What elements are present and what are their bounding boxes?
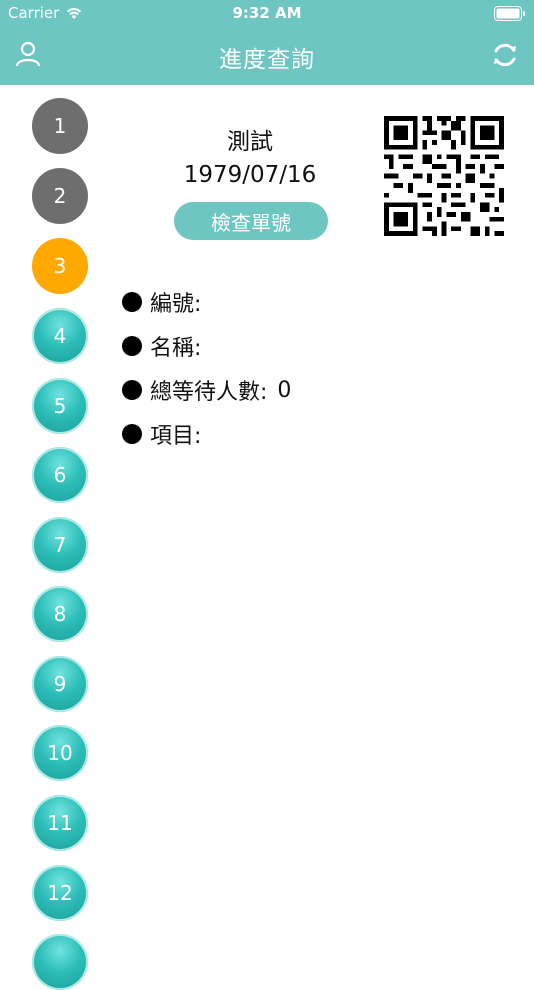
step-item[interactable]: 11 <box>32 795 88 851</box>
status-time: 9:32 AM <box>232 4 302 22</box>
info-name-label: 名稱: <box>150 336 202 361</box>
refresh-icon[interactable] <box>490 40 520 70</box>
info-number-label: 編號: <box>150 292 202 317</box>
step-item[interactable] <box>32 934 88 990</box>
patient-birthday: 1979/07/16 <box>183 162 317 188</box>
status-bar: Carrier 9:32 AM <box>0 0 534 28</box>
step-item[interactable]: 12 <box>32 865 88 921</box>
header: Carrier 9:32 AM 進度查詢 <box>0 0 534 85</box>
patient-name: 測試 <box>227 129 273 155</box>
step-item[interactable]: 1 <box>32 98 88 154</box>
step-item[interactable]: 3 <box>32 238 88 294</box>
step-item[interactable]: 6 <box>32 447 88 503</box>
step-item[interactable]: 5 <box>32 378 88 434</box>
step-item[interactable]: 8 <box>32 586 88 642</box>
step-item[interactable]: 2 <box>32 168 88 224</box>
info-item-label: 項目: <box>150 424 202 449</box>
step-item[interactable]: 4 <box>32 308 88 364</box>
bullet-icon <box>122 292 142 312</box>
info-waiting-row: 總等待人數: 0 <box>122 368 291 412</box>
check-number-button[interactable]: 檢查單號 <box>174 202 328 240</box>
bullet-icon <box>122 380 142 400</box>
page-title: 進度查詢 <box>219 47 315 73</box>
info-waiting-value: 0 <box>277 377 292 403</box>
bullet-icon <box>122 336 142 356</box>
info-list: 編號: 名稱: 總等待人數: 0 項目: <box>122 280 291 456</box>
info-waiting-label: 總等待人數: <box>150 380 268 405</box>
nav-bar: 進度查詢 <box>0 28 534 85</box>
info-name-row: 名稱: <box>122 324 291 368</box>
info-number-row: 編號: <box>122 280 291 324</box>
battery-icon <box>494 6 525 21</box>
step-item[interactable]: 10 <box>32 725 88 781</box>
bullet-icon <box>122 424 142 444</box>
step-item[interactable]: 7 <box>32 517 88 573</box>
info-item-row: 項目: <box>122 412 291 456</box>
step-item[interactable]: 9 <box>32 656 88 712</box>
qr-code-icon <box>384 116 504 236</box>
